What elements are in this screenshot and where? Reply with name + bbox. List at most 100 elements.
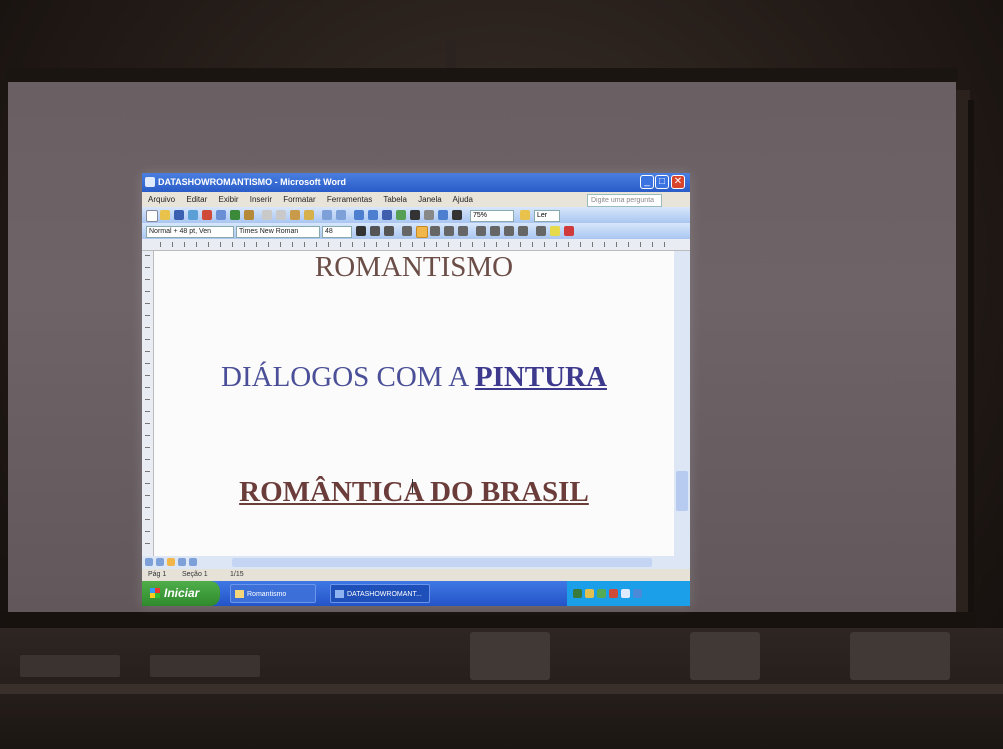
copy-icon[interactable] [276,210,286,220]
italic-icon[interactable] [370,226,380,236]
columns-icon[interactable] [410,210,420,220]
heading-romantismo: ROMANTISMO [314,251,514,283]
vertical-ruler [142,251,154,556]
keyboard [150,655,260,677]
vertical-scroll-thumb[interactable] [676,471,688,511]
help-question-box[interactable]: Digite uma pergunta [587,194,662,207]
horizontal-scroll-thumb[interactable] [232,558,652,567]
numbering-icon[interactable] [476,226,486,236]
menu-editar[interactable]: Editar [186,195,207,204]
horizontal-scrollbar[interactable] [142,556,690,569]
redo-icon[interactable] [336,210,346,220]
screen-hook [446,40,456,70]
close-button[interactable]: ✕ [671,175,685,189]
permission-icon[interactable] [188,210,198,220]
line-dialogos-prefix: DIÁLOGOS COM A [221,361,475,393]
help-icon[interactable] [520,210,530,220]
ruler-ticks [160,242,670,247]
tray-icon[interactable] [633,589,642,598]
status-bar: Pág 1 Seção 1 1/15 [142,569,690,581]
horizontal-ruler [142,239,690,251]
menu-bar: Arquivo Editar Exibir Inserir Formatar F… [142,192,690,207]
align-left-icon[interactable] [402,226,412,236]
menu-ferramentas[interactable]: Ferramentas [327,195,372,204]
tables-icon[interactable] [368,210,378,220]
tray-icon[interactable] [609,589,618,598]
tray-icon[interactable] [597,589,606,598]
tray-icon[interactable] [585,589,594,598]
new-document-icon[interactable] [146,210,158,222]
menu-exibir[interactable]: Exibir [219,195,239,204]
line-dialogos: DIÁLOGOS COM A PINTURA [154,361,674,394]
taskbar-item-romantismo[interactable]: Romantismo [230,584,316,603]
show-hide-icon[interactable] [452,210,462,220]
increase-indent-icon[interactable] [518,226,528,236]
menu-inserir[interactable]: Inserir [250,195,272,204]
paste-icon[interactable] [290,210,300,220]
insert-excel-icon[interactable] [396,210,406,220]
insert-table-icon[interactable] [382,210,392,220]
folder-icon [235,590,244,598]
screen-pole [968,100,974,640]
line-dialogos-emphasis: PINTURA [474,361,607,393]
print-layout-icon[interactable] [167,558,175,566]
bold-icon[interactable] [356,226,366,236]
align-center-icon[interactable] [416,226,428,238]
menu-formatar[interactable]: Formatar [283,195,315,204]
reading-layout-icon[interactable] [189,558,197,566]
keyboard [20,655,120,677]
word-window: DATASHOWROMANTISMO - Microsoft Word _ □ … [142,173,690,606]
undo-icon[interactable] [322,210,332,220]
projector-screen-top-bar [6,68,958,82]
research-icon[interactable] [244,210,254,220]
vertical-scrollbar[interactable] [674,251,690,556]
menu-janela[interactable]: Janela [418,195,442,204]
print-preview-icon[interactable] [216,210,226,220]
drawing-icon[interactable] [424,210,434,220]
menu-ajuda[interactable]: Ajuda [453,195,473,204]
zoom-select[interactable]: 75% [470,210,514,222]
spelling-icon[interactable] [230,210,240,220]
format-painter-icon[interactable] [304,210,314,220]
tray-icon[interactable] [573,589,582,598]
taskbar-item-datashow[interactable]: DATASHOWROMANT... [330,584,430,603]
align-right-icon[interactable] [430,226,440,236]
menu-arquivo[interactable]: Arquivo [148,195,175,204]
start-button[interactable]: Iniciar [142,581,220,606]
justify-icon[interactable] [444,226,454,236]
line-spacing-icon[interactable] [458,226,468,236]
status-page-count: 1/15 [230,571,244,578]
style-select[interactable]: Normal + 48 pt, Ven [146,226,234,238]
outline-view-icon[interactable] [178,558,186,566]
minimize-button[interactable]: _ [640,175,654,189]
highlight-icon[interactable] [550,226,560,236]
tray-icon[interactable] [621,589,630,598]
document-page[interactable]: ROMANTISMO DIÁLOGOS COM A PINTURA ROMÂNT… [154,251,674,556]
normal-view-icon[interactable] [145,558,153,566]
system-tray [567,581,690,606]
windows-logo-icon [150,588,160,598]
web-layout-icon[interactable] [156,558,164,566]
hyperlink-icon[interactable] [354,210,364,220]
read-button[interactable]: Ler [534,210,560,222]
taskbar: Iniciar Romantismo DATASHOWROMANT... [142,581,690,606]
font-color-icon[interactable] [564,226,574,236]
monitor [470,632,550,680]
decrease-indent-icon[interactable] [504,226,514,236]
border-icon[interactable] [536,226,546,236]
line-romantica: ROMÂNTICA DO BRASIL [239,476,589,508]
save-icon[interactable] [174,210,184,220]
font-select[interactable]: Times New Roman [236,226,320,238]
formatting-toolbar: Normal + 48 pt, Ven Times New Roman 48 [142,223,690,239]
underline-icon[interactable] [384,226,394,236]
title-bar: DATASHOWROMANTISMO - Microsoft Word _ □ … [142,173,690,192]
print-icon[interactable] [202,210,212,220]
document-map-icon[interactable] [438,210,448,220]
cut-icon[interactable] [262,210,272,220]
bullets-icon[interactable] [490,226,500,236]
menu-tabela[interactable]: Tabela [383,195,407,204]
word-doc-icon [335,590,344,598]
open-folder-icon[interactable] [160,210,170,220]
maximize-button[interactable]: □ [655,175,669,189]
font-size-select[interactable]: 48 [322,226,352,238]
